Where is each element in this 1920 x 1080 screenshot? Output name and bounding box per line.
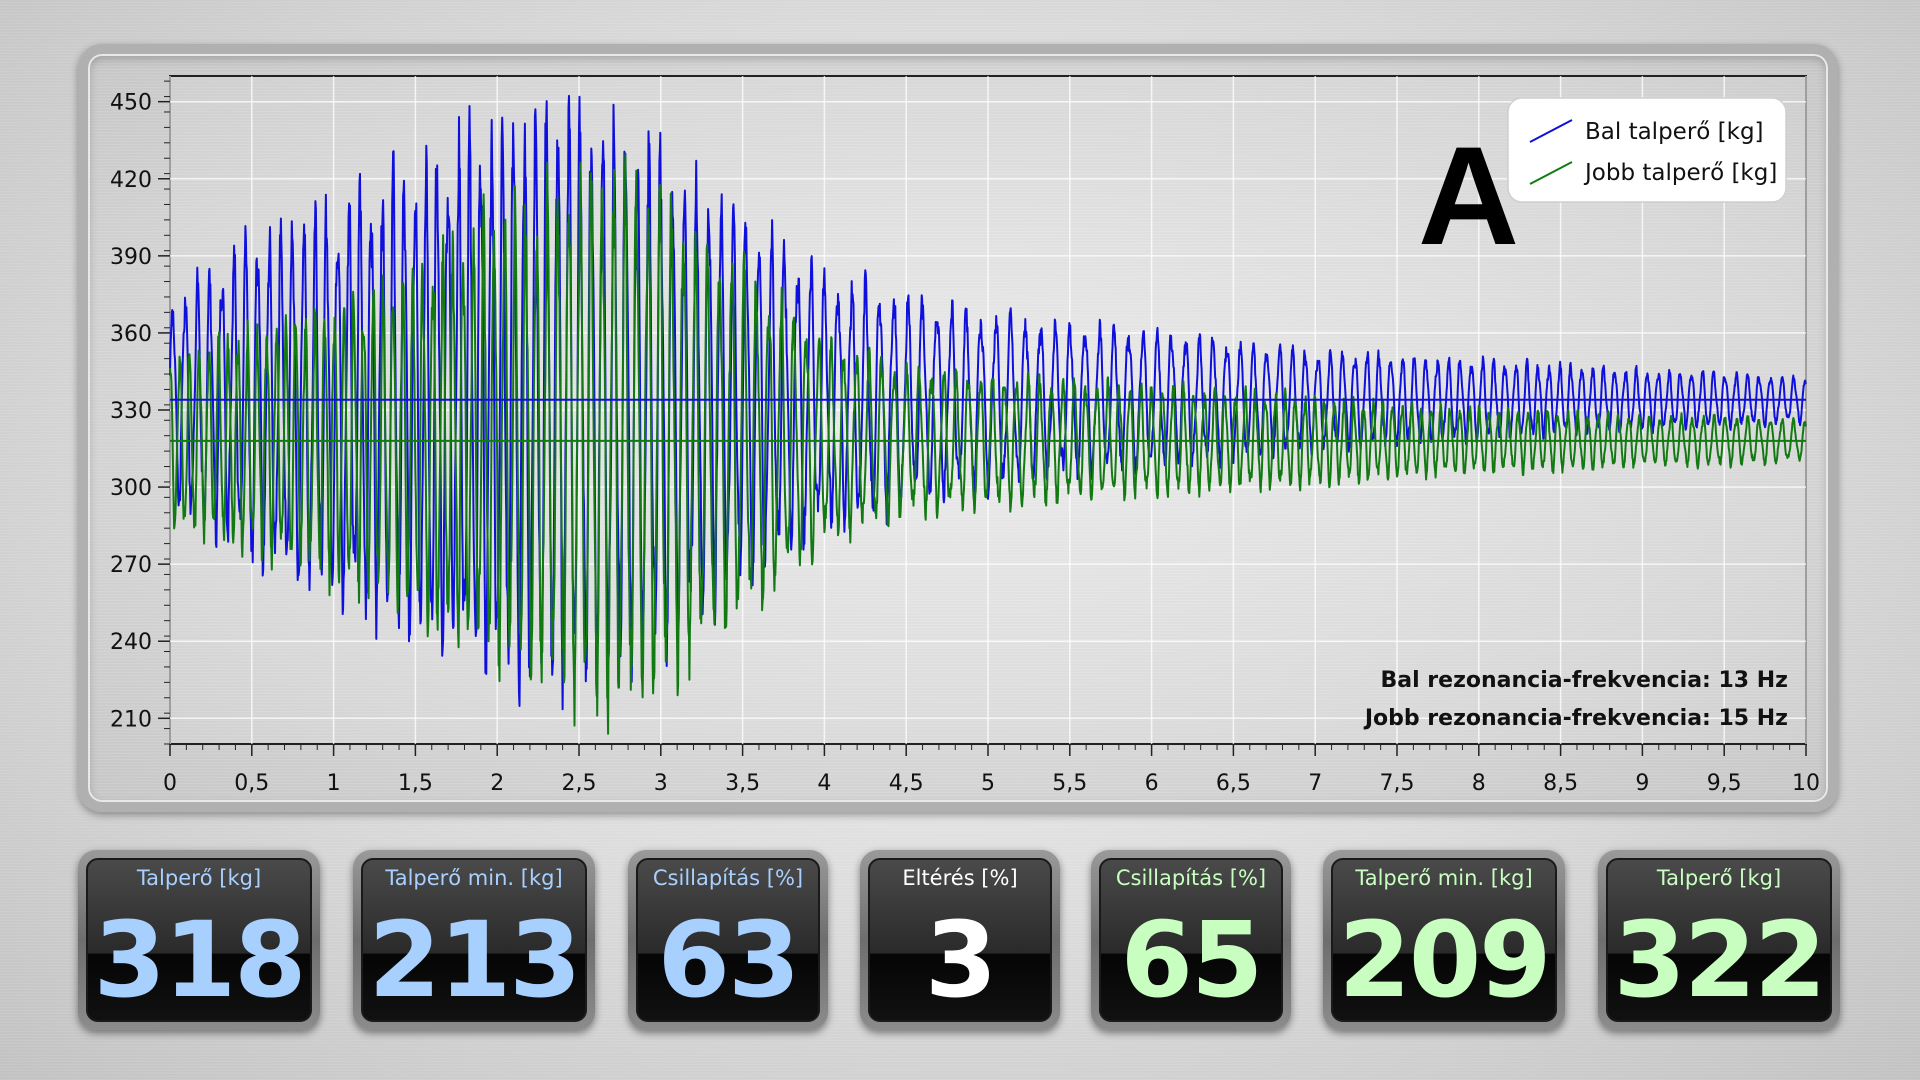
- x-tick-label: 0: [163, 771, 177, 796]
- line-chart: 0 0,5 1 1,5 2 2,5 3 3,5 4 4,5 5 5,5 6 6,5 7 7,5 8 8,5 9 9,5…: [110, 75, 1820, 796]
- x-tick-label: 9,5: [1707, 771, 1742, 796]
- x-tick-label: 1: [327, 771, 341, 796]
- x-tick-label: 3: [654, 771, 668, 796]
- metric-value: 3: [924, 899, 997, 1021]
- metric-panel: Csillapítás [%] 63: [628, 850, 828, 1030]
- y-tick-label: 420: [110, 168, 152, 193]
- y-tick-label: 240: [110, 630, 152, 655]
- y-tick-label: 210: [110, 707, 152, 732]
- y-tick-label: 390: [110, 245, 152, 270]
- metric-label: Eltérés [%]: [902, 866, 1018, 890]
- metric-panel: Talperő min. [kg] 209: [1323, 850, 1565, 1030]
- x-tick-label: 7,5: [1380, 771, 1415, 796]
- metric-label: Talperő [kg]: [1656, 866, 1782, 890]
- x-tick-label: 9: [1635, 771, 1649, 796]
- metric-value: 209: [1338, 899, 1551, 1021]
- metric-panel-face: Eltérés [%] 3: [868, 858, 1052, 1022]
- y-tick-label: 270: [110, 553, 152, 578]
- metric-panel-face: Csillapítás [%] 63: [636, 858, 820, 1022]
- metric-panel-face: Talperő [kg] 322: [1606, 858, 1832, 1022]
- x-tick-label: 6: [1145, 771, 1159, 796]
- y-tick-label: 450: [110, 91, 152, 116]
- x-tick-label: 2,5: [562, 771, 597, 796]
- chart-frame: 0 0,5 1 1,5 2 2,5 3 3,5 4 4,5 5 5,5 6 6,5 7 7,5 8 8,5 9 9,5…: [78, 44, 1838, 812]
- metric-label: Talperő min. [kg]: [385, 866, 563, 890]
- metric-value: 318: [93, 899, 306, 1021]
- y-tick-label: 300: [110, 476, 152, 501]
- metric-label: Csillapítás [%]: [1115, 866, 1267, 890]
- metric-value: 65: [1120, 899, 1264, 1021]
- annotation-jobb-frequency: Jobb rezonancia-frekvencia: 15 Hz: [1363, 706, 1788, 731]
- metric-panel: Talperő [kg] 322: [1598, 850, 1840, 1030]
- annotation-bal-frequency: Bal rezonancia-frekvencia: 13 Hz: [1380, 668, 1788, 693]
- x-tick-label: 3,5: [725, 771, 760, 796]
- metric-value: 213: [368, 899, 581, 1021]
- x-tick-label: 2: [490, 771, 504, 796]
- x-tick-label: 6,5: [1216, 771, 1251, 796]
- x-tick-label: 5: [981, 771, 995, 796]
- metric-panel: Eltérés [%] 3: [860, 850, 1060, 1030]
- metric-panel-face: Talperő [kg] 318: [86, 858, 312, 1022]
- x-tick-label: 7: [1308, 771, 1322, 796]
- legend-label-jobb: Jobb talperő [kg]: [1583, 160, 1777, 186]
- legend-box: [1507, 97, 1787, 203]
- metric-label: Talperő [kg]: [136, 866, 262, 890]
- metric-panel-face: Talperő min. [kg] 213: [361, 858, 587, 1022]
- x-tick-label: 0,5: [234, 771, 269, 796]
- x-tick-label: 4,5: [889, 771, 924, 796]
- x-tick-label: 4: [817, 771, 831, 796]
- x-tick-label: 8: [1472, 771, 1486, 796]
- metric-panel-face: Talperő min. [kg] 209: [1331, 858, 1557, 1022]
- x-tick-label: 8,5: [1543, 771, 1578, 796]
- y-tick-label: 330: [110, 399, 152, 424]
- metric-panel-face: Csillapítás [%] 65: [1099, 858, 1283, 1022]
- metric-value: 322: [1613, 899, 1826, 1021]
- metric-panel: Csillapítás [%] 65: [1091, 850, 1291, 1030]
- x-tick-label: 5,5: [1052, 771, 1087, 796]
- metric-label: Talperő min. [kg]: [1355, 866, 1533, 890]
- x-tick-label: 10: [1792, 771, 1820, 796]
- metric-label: Csillapítás [%]: [652, 866, 804, 890]
- legend: Bal talperő [kg] Jobb talperő [kg]: [1507, 97, 1787, 203]
- metric-value: 63: [657, 899, 801, 1021]
- metric-panel: Talperő min. [kg] 213: [353, 850, 595, 1030]
- chart-title: A: [1418, 117, 1519, 274]
- legend-label-bal: Bal talperő [kg]: [1585, 119, 1764, 145]
- x-tick-label: 1,5: [398, 771, 433, 796]
- y-tick-label: 360: [110, 322, 152, 347]
- metric-panel: Talperő [kg] 318: [78, 850, 320, 1030]
